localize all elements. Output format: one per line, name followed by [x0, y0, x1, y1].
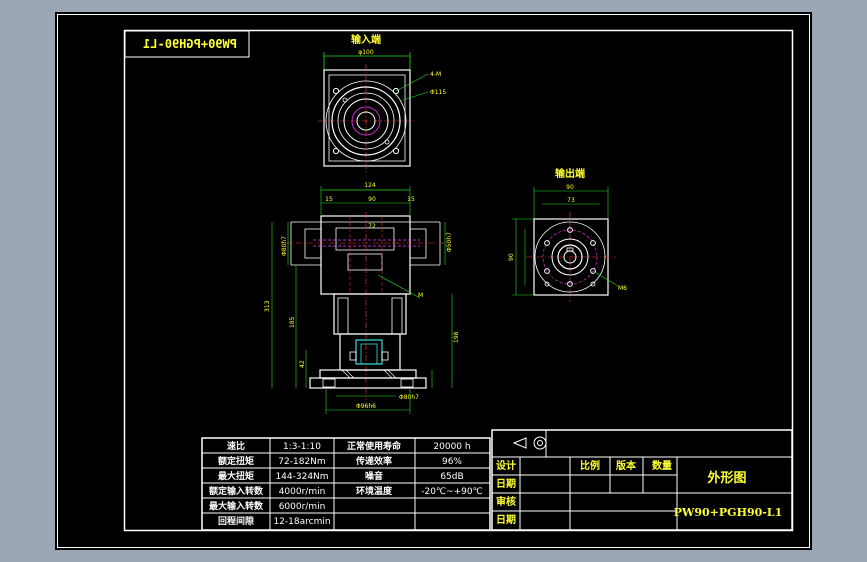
inner-frame: [123, 29, 794, 532]
output-dim-right: M6: [618, 285, 627, 292]
side-dim-15a: 15: [325, 196, 333, 203]
input-dim-top: φ100: [358, 49, 374, 56]
spec-cell: -20℃~+90℃: [421, 487, 482, 497]
version-label: 版本: [616, 459, 637, 472]
spec-cell: 最大扭矩: [218, 470, 254, 482]
projection-symbol: [512, 436, 547, 450]
spec-cell: 正常使用寿命: [347, 440, 402, 452]
side-dim-right-198: 198: [453, 331, 460, 343]
side-dim-15b: 15: [407, 196, 415, 203]
input-dim-holes: 4-M: [430, 71, 441, 78]
spec-cell: 12-18arcmin: [273, 517, 330, 527]
output-dim-73: 73: [567, 197, 575, 204]
spec-cell: 环境温度: [356, 485, 393, 497]
mirrored-title-box: PW90+PGH90-L1: [124, 30, 250, 58]
review-label: 审核: [496, 495, 516, 508]
spec-cell: 回程间隙: [218, 515, 254, 527]
spec-cell: 96%: [442, 457, 462, 467]
spec-cell: 72-182Nm: [278, 457, 325, 467]
output-end-view: 输出端 90 73 90 M6: [508, 167, 627, 302]
spec-cell: 传递效率: [355, 455, 392, 467]
input-dim-pcd: Φ115: [430, 89, 446, 96]
side-dim-bottom-1: Φ96h6: [356, 403, 376, 410]
spec-cell: 噪音: [365, 470, 383, 482]
spec-cell: 144-324Nm: [275, 472, 328, 482]
spec-cell: 速比: [227, 440, 245, 452]
side-dim-42: 42: [299, 360, 306, 368]
spec-cell: 额定扭矩: [218, 455, 254, 467]
side-dim-185: 185: [289, 316, 296, 328]
spec-cell: 6000r/min: [279, 502, 326, 512]
output-dim-90: 90: [566, 184, 574, 191]
side-dim-90: 90: [368, 196, 376, 203]
side-dim-bottom-2: Φ80h7: [399, 394, 419, 401]
side-dim-right-dia: Φ50h7: [446, 232, 453, 252]
side-dim-72: 72: [368, 223, 376, 230]
output-end-label: 输出端: [555, 167, 585, 180]
cad-drawing-viewport: PW90+PGH90-L1 输入端 φ100 4-M Φ115 124 15 9…: [0, 0, 867, 562]
scale-label: 比例: [580, 459, 600, 472]
output-dim-left: 90: [508, 253, 515, 261]
side-view: 124 15 90 15 72 M Φ80h7 Φ50h7 313 185 42…: [264, 182, 460, 414]
cad-drawing-canvas[interactable]: PW90+PGH90-L1 输入端 φ100 4-M Φ115 124 15 9…: [0, 0, 867, 562]
spec-cell: 最大输入转数: [209, 500, 264, 512]
date-label-2: 日期: [496, 513, 516, 526]
spec-cell: 65dB: [440, 472, 463, 482]
input-end-label: 输入端: [351, 33, 381, 46]
spec-cell: 1:3-1:10: [283, 442, 321, 452]
design-label: 设计: [496, 459, 516, 472]
drawing-number: PW90+PGH90-L1: [674, 506, 782, 519]
spec-cell: 额定输入转数: [209, 485, 264, 497]
date-label-1: 日期: [496, 477, 516, 490]
input-end-view: 输入端 φ100 4-M Φ115: [318, 33, 446, 172]
side-dim-left-dia: Φ80h7: [281, 236, 288, 256]
svg-text:M: M: [418, 292, 423, 299]
spec-cell: 20000 h: [433, 442, 470, 452]
side-dim-313: 313: [264, 300, 271, 312]
mirrored-title-text: PW90+PGH90-L1: [143, 37, 237, 51]
spec-cell: 4000r/min: [279, 487, 326, 497]
quantity-label: 数量: [652, 459, 672, 472]
drawing-name: 外形图: [706, 470, 746, 486]
side-dim-124: 124: [364, 182, 376, 189]
